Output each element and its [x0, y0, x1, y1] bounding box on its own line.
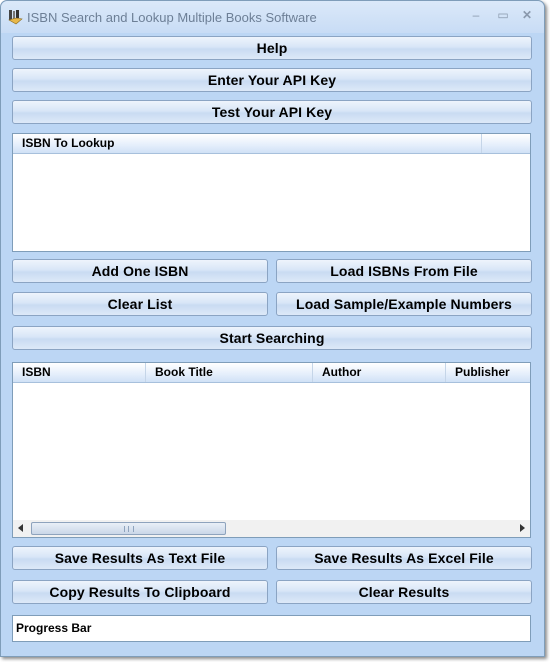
column-publisher[interactable]: Publisher	[446, 363, 530, 382]
help-button[interactable]: Help	[12, 36, 532, 60]
start-searching-button[interactable]: Start Searching	[12, 326, 532, 350]
maximize-button[interactable]: ▭	[495, 8, 511, 22]
title-bar: ISBN Search and Lookup Multiple Books So…	[1, 1, 544, 33]
column-book-title[interactable]: Book Title	[146, 363, 313, 382]
column-isbn-to-lookup[interactable]: ISBN To Lookup	[13, 134, 482, 153]
test-api-key-button[interactable]: Test Your API Key	[12, 100, 532, 124]
progress-bar: Progress Bar	[12, 615, 531, 642]
clear-results-button[interactable]: Clear Results	[276, 580, 532, 604]
horizontal-scrollbar[interactable]	[13, 520, 530, 537]
enter-api-key-button[interactable]: Enter Your API Key	[12, 68, 532, 92]
close-button[interactable]: ✕	[519, 8, 535, 22]
load-isbns-from-file-button[interactable]: Load ISBNs From File	[276, 259, 532, 283]
grip-icon	[124, 526, 134, 532]
column-spacer[interactable]	[482, 134, 530, 153]
copy-to-clipboard-button[interactable]: Copy Results To Clipboard	[12, 580, 268, 604]
results-list[interactable]: ISBN Book Title Author Publisher	[12, 362, 531, 538]
books-app-icon	[7, 9, 23, 25]
column-isbn[interactable]: ISBN	[13, 363, 146, 382]
window-title: ISBN Search and Lookup Multiple Books So…	[27, 9, 317, 25]
clear-list-button[interactable]: Clear List	[12, 292, 268, 316]
scroll-right-arrow-icon[interactable]	[520, 524, 525, 532]
save-excel-file-button[interactable]: Save Results As Excel File	[276, 546, 532, 570]
load-sample-numbers-button[interactable]: Load Sample/Example Numbers	[276, 292, 532, 316]
column-author[interactable]: Author	[313, 363, 446, 382]
results-list-header: ISBN Book Title Author Publisher	[13, 363, 530, 383]
isbn-list[interactable]: ISBN To Lookup	[12, 133, 531, 252]
save-text-file-button[interactable]: Save Results As Text File	[12, 546, 268, 570]
minimize-button[interactable]: –	[468, 8, 484, 22]
add-one-isbn-button[interactable]: Add One ISBN	[12, 259, 268, 283]
isbn-list-header: ISBN To Lookup	[13, 134, 530, 154]
scrollbar-thumb[interactable]	[31, 522, 226, 535]
scroll-left-arrow-icon[interactable]	[18, 524, 23, 532]
